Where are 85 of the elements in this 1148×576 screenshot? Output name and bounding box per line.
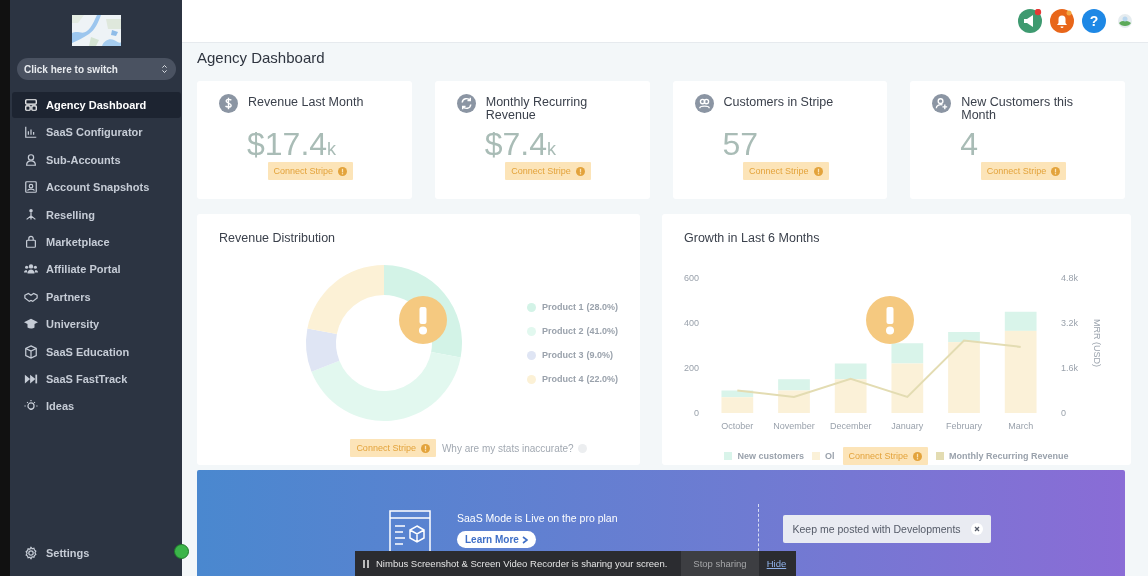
stat-title: Revenue Last Month [248,96,364,109]
axis-tick-label: November [773,421,815,431]
legend-swatch [724,452,733,460]
axis-tick-label: March [1008,421,1034,431]
warning-icon [399,296,447,344]
stat-value: 57 [722,126,759,162]
sidebar-item[interactable]: Ideas [12,393,181,420]
learn-more-button[interactable]: Learn More [457,531,536,548]
help-button[interactable]: ? [1082,9,1106,33]
axis-tick-label: October [721,421,754,431]
sidebar-item[interactable]: SaaS FastTrack [12,365,181,392]
sidebar-item[interactable]: Partners [12,283,181,310]
axis-tick-label: 0 [1061,408,1067,418]
exclamation-icon [338,166,348,176]
axis-tick-label: 3.2k [1061,318,1079,328]
axis-title: MRR (USD) [1092,319,1103,367]
stop-sharing-button[interactable]: Stop sharing [681,551,759,576]
axis-tick-label: 200 [684,363,700,373]
stat-unit: k [327,139,337,159]
page-title: Agency Dashboard [197,49,326,67]
chart-title: Revenue Distribution [219,231,337,247]
person-add-icon [932,94,952,113]
stat-value: $7.4k [484,126,557,162]
axis-tick-label: December [829,421,872,431]
portrait-frame-icon [24,180,38,195]
chevron-right-icon [521,535,528,544]
bar-chart-icon [24,125,38,140]
bag-icon [24,234,38,249]
exclamation-icon [420,443,430,453]
pause-icon [363,559,369,568]
axis-tick-label: 4.8k [1061,273,1079,283]
notice-text: Keep me posted with Developments [792,523,961,535]
axis-tick-label: 1.6k [1061,363,1079,373]
megaphone-icon[interactable] [1018,9,1042,33]
sidebar-item[interactable]: University [12,311,181,338]
share-message: Nimbus Screenshot & Screen Video Recorder is sharing your screen. [376,558,668,569]
stat-title: New Customers this Month [961,96,1075,122]
sidebar-item[interactable]: Affiliate Portal [12,256,181,283]
axis-tick-label: January [891,421,924,431]
close-icon[interactable] [970,523,983,535]
exclamation-icon [1051,166,1061,176]
hide-link[interactable]: Hide [766,558,787,569]
up-down-chevron-icon [161,64,168,74]
banner-message: SaaS Mode is Live on the pro plan [457,512,618,524]
network-icon [24,207,38,222]
sidebar-item[interactable]: Reselling [12,201,181,228]
sidebar-item[interactable]: Marketplace [12,228,181,255]
sidebar-item[interactable]: Sub-Accounts [12,146,181,173]
person-icon [24,152,38,167]
cube-icon [24,344,38,359]
axis-tick-label: 400 [684,318,700,328]
legend-label: Ol [825,451,835,461]
people-icon [694,94,714,113]
sidebar-item[interactable]: Agency Dashboard [12,92,181,118]
layout-icon [24,98,38,112]
axis-tick-label: 600 [684,273,700,283]
legend-swatch [812,452,820,460]
legend-label: Product 3 (9.0%) [542,350,614,360]
exclamation-icon [813,166,823,176]
gear-icon [24,546,38,560]
bell-icon[interactable] [1050,9,1074,33]
stat-title: Customers in Stripe [723,96,834,109]
axis-tick-label: 0 [694,408,700,418]
warning-icon [866,296,915,344]
legend-label: Monthly Recurring Revenue [949,451,1069,461]
legend-label: Product 4 (22.0%) [542,374,619,384]
axis-tick-label: February [946,421,983,431]
chart-title: Growth in Last 6 Months [684,231,821,247]
exclamation-icon [575,166,585,176]
stat-value: $17.4k [247,126,337,162]
legend-swatch [936,452,945,460]
sidebar-item[interactable]: SaaS Education [12,338,181,365]
exclamation-icon [913,451,923,461]
legend-label: Product 1 (28.0%) [542,302,619,312]
sidebar-item[interactable]: Settings [12,540,172,566]
sidebar-item[interactable]: Account Snapshots [12,174,181,201]
stat-value: 4 [960,126,979,162]
stat-unit: k [547,139,557,159]
legend-label: Product 2 (41.0%) [542,326,619,336]
legend-label: New customers [737,451,804,461]
dollar-icon [219,94,238,113]
sidebar-item[interactable]: SaaS Configurator [12,119,181,146]
refresh-icon [456,94,476,113]
account-switcher[interactable]: Click here to switch [17,58,176,80]
stat-title: Monthly Recurring Revenue [485,96,589,122]
